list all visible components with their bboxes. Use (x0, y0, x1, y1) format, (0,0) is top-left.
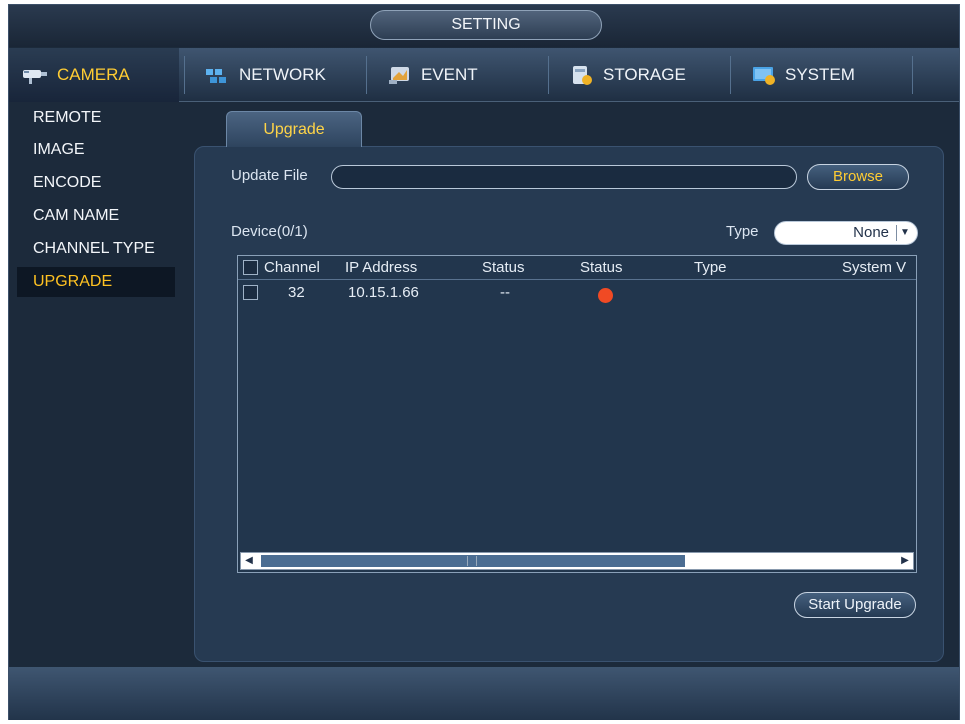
nav-storage[interactable]: STORAGE (555, 48, 725, 102)
horizontal-scrollbar[interactable]: ◀ ▶ (240, 552, 914, 570)
nav-divider (730, 56, 731, 94)
nav-system-label: SYSTEM (785, 65, 855, 84)
main-nav: CAMERA NETWORK EVENT STORAGE SYSTEM (9, 48, 959, 102)
scroll-right-icon[interactable]: ▶ (897, 553, 913, 569)
type-select-value: None (853, 224, 889, 241)
sidebar-item-remote[interactable]: REMOTE (17, 103, 175, 133)
col-status-indicator: Status (580, 259, 623, 276)
table-header: Channel IP Address Status Status Type Sy… (238, 256, 916, 280)
nav-camera[interactable]: CAMERA (9, 48, 179, 102)
nav-camera-label: CAMERA (57, 65, 130, 84)
sidebar: REMOTE IMAGE ENCODE CAM NAME CHANNEL TYP… (9, 103, 184, 663)
status-indicator-dot (598, 288, 613, 303)
row-status: -- (500, 284, 510, 301)
storage-icon (567, 64, 597, 86)
type-select[interactable]: None ▼ (774, 221, 918, 245)
settings-window: SETTING CAMERA NETWORK EVENT STORAGE SYS… (8, 4, 960, 720)
nav-divider (184, 56, 185, 94)
chevron-down-icon: ▼ (896, 225, 913, 241)
nav-event-label: EVENT (421, 65, 478, 84)
update-file-input[interactable] (331, 165, 797, 189)
sidebar-item-image[interactable]: IMAGE (17, 135, 175, 165)
scrollbar-grip-icon (467, 556, 477, 566)
status-bar (9, 667, 959, 720)
col-status: Status (482, 259, 525, 276)
event-icon (385, 64, 415, 86)
window-title: SETTING (370, 10, 602, 40)
select-all-checkbox[interactable] (243, 260, 258, 275)
device-table: Channel IP Address Status Status Type Sy… (237, 255, 917, 573)
browse-button[interactable]: Browse (807, 164, 909, 190)
nav-divider (366, 56, 367, 94)
nav-event[interactable]: EVENT (373, 48, 543, 102)
update-file-label: Update File (231, 167, 308, 184)
table-row[interactable]: 32 10.15.1.66 -- (238, 282, 916, 306)
nav-network-label: NETWORK (239, 65, 326, 84)
scroll-left-icon[interactable]: ◀ (241, 553, 257, 569)
start-upgrade-button[interactable]: Start Upgrade (794, 592, 916, 618)
row-checkbox[interactable] (243, 285, 258, 300)
nav-divider (912, 56, 913, 94)
col-ip-address: IP Address (345, 259, 418, 276)
network-icon (203, 64, 233, 86)
sidebar-item-upgrade[interactable]: UPGRADE (17, 267, 175, 297)
sidebar-item-cam-name[interactable]: CAM NAME (17, 201, 175, 231)
system-icon (749, 64, 779, 86)
row-channel: 32 (288, 284, 305, 301)
col-type: Type (694, 259, 727, 276)
camera-icon (21, 64, 51, 86)
nav-network[interactable]: NETWORK (191, 48, 361, 102)
sidebar-item-channel-type[interactable]: CHANNEL TYPE (17, 234, 175, 264)
title-bar: SETTING (9, 5, 959, 47)
nav-storage-label: STORAGE (603, 65, 686, 84)
row-ip-address: 10.15.1.66 (348, 284, 419, 301)
tab-upgrade[interactable]: Upgrade (226, 111, 362, 147)
nav-divider (548, 56, 549, 94)
type-label: Type (726, 223, 759, 240)
col-channel: Channel (264, 259, 320, 276)
nav-system[interactable]: SYSTEM (737, 48, 907, 102)
col-system-version: System V (842, 259, 907, 276)
sidebar-item-encode[interactable]: ENCODE (17, 168, 175, 198)
device-count-label: Device(0/1) (231, 223, 308, 240)
